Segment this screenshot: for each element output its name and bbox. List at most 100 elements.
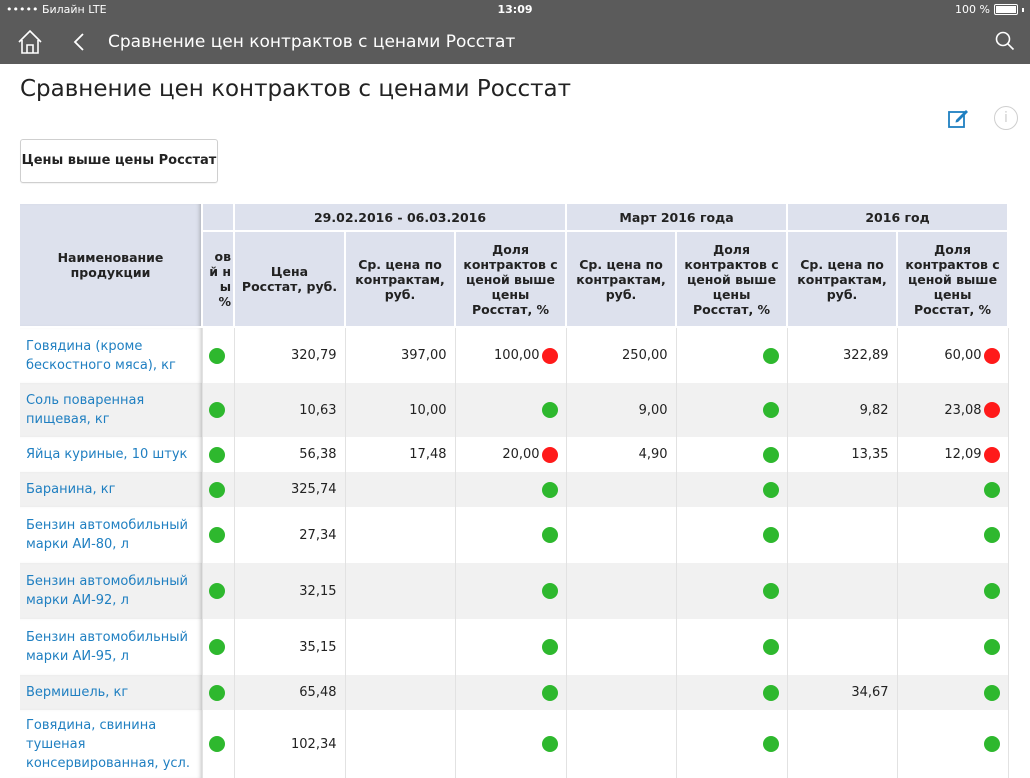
rosstat-price-value: 27,34 <box>299 527 337 543</box>
status-dot-icon <box>762 347 779 364</box>
table-row[interactable]: Бензин автомобильный марки АИ-95, л 35,15 <box>20 619 1009 675</box>
rosstat-price-value: 56,38 <box>299 447 337 462</box>
product-name-link[interactable]: Бензин автомобильный марки АИ-92, л <box>20 563 203 619</box>
table-row[interactable]: Соль поваренная пищевая, кг 10,63 10,00 9,0… <box>20 383 1009 437</box>
column-header-product-name: Наименование продукции <box>20 204 203 328</box>
avg-price-week-value: 17,48 <box>409 447 447 462</box>
status-dot-icon <box>208 639 225 655</box>
table-row[interactable]: Говядина (кроме бескостного мяса), кг 320… <box>20 327 1009 383</box>
avg-price-march-cell <box>566 472 677 507</box>
avg-price-year-cell: 34,67 <box>787 675 898 710</box>
column-header-share-year: Доля контрактов с ценой выше цены Росста… <box>897 231 1010 328</box>
avg-price-year-value: 34,67 <box>851 685 889 700</box>
info-icon[interactable]: i <box>994 106 1018 130</box>
status-dot-icon <box>762 402 779 418</box>
clock: 13:09 <box>497 3 533 16</box>
column-header-group-march: Март 2016 года <box>566 204 789 232</box>
avg-price-week-cell <box>345 710 456 778</box>
product-name-link[interactable]: Говядина, свинина тушеная консервированн… <box>20 710 203 778</box>
home-icon[interactable] <box>16 28 44 56</box>
share-week-cell <box>455 563 567 619</box>
table-row[interactable]: Говядина, свинина тушеная консервированн… <box>20 710 1009 778</box>
status-dot-icon <box>541 347 558 364</box>
table-row[interactable]: Бензин автомобильный марки АИ-92, л 32,15 <box>20 563 1009 619</box>
page-title: Сравнение цен контрактов с ценами Росста… <box>20 76 572 102</box>
back-chevron-icon[interactable] <box>70 28 88 56</box>
share-year-value: 23,08 <box>944 402 982 418</box>
rosstat-price-value: 35,15 <box>299 639 337 655</box>
avg-price-year-cell <box>787 710 898 778</box>
search-icon[interactable] <box>994 30 1016 52</box>
avg-price-march-cell <box>566 710 677 778</box>
avg-price-week-cell <box>345 507 456 563</box>
avg-price-year-cell <box>787 619 898 675</box>
status-dot-icon <box>208 446 225 463</box>
product-name-link[interactable]: Бензин автомобильный марки АИ-95, л <box>20 619 203 675</box>
column-header-avg-price-week: Ср. цена по контрактам, руб. <box>345 231 456 328</box>
share-march-cell <box>676 472 788 507</box>
avg-price-week-cell <box>345 472 456 507</box>
column-header-group-blank <box>202 204 235 232</box>
product-name-link[interactable]: Соль поваренная пищевая, кг <box>20 383 203 437</box>
share-march-cell <box>676 619 788 675</box>
rosstat-price-cell: 56,38 <box>234 437 346 472</box>
status-dot-icon <box>983 402 1000 418</box>
rosstat-price-cell: 32,15 <box>234 563 346 619</box>
table-row[interactable]: Вермишель, кг 65,48 34,67 <box>20 675 1009 710</box>
share-march-cell <box>676 327 788 383</box>
avg-price-year-cell: 9,82 <box>787 383 898 437</box>
rosstat-price-cell: 320,79 <box>234 327 346 383</box>
share-year-cell: 60,00 <box>897 327 1009 383</box>
share-week-cell <box>455 710 567 778</box>
avg-price-year-cell: 13,35 <box>787 437 898 472</box>
rosstat-price-cell: 65,48 <box>234 675 346 710</box>
share-week-cell <box>455 619 567 675</box>
product-name-link[interactable]: Яйца куриные, 10 штук <box>20 437 203 472</box>
avg-price-year-cell <box>787 563 898 619</box>
status-dot-icon <box>541 639 558 655</box>
status-dot-icon <box>208 481 225 498</box>
nav-title: Сравнение цен контрактов с ценами Росста… <box>108 32 516 52</box>
battery-indicator: 100 % <box>955 3 1024 16</box>
share-week-cell <box>455 472 567 507</box>
truncated-status-cell <box>202 675 235 710</box>
table-row[interactable]: Баранина, кг 325,74 <box>20 472 1009 507</box>
edit-icon[interactable] <box>946 106 970 130</box>
column-header-group-week: 29.02.2016 - 06.03.2016 <box>234 204 568 232</box>
avg-price-week-cell <box>345 563 456 619</box>
rosstat-price-value: 65,48 <box>299 685 337 700</box>
avg-price-march-cell: 250,00 <box>566 327 677 383</box>
share-march-cell <box>676 437 788 472</box>
rosstat-price-cell: 325,74 <box>234 472 346 507</box>
rosstat-price-cell: 35,15 <box>234 619 346 675</box>
product-name-link[interactable]: Говядина (кроме бескостного мяса), кг <box>20 327 203 383</box>
share-week-cell <box>455 675 567 710</box>
avg-price-march-cell <box>566 675 677 710</box>
price-comparison-table: Наименование продукции 29.02.2016 - 06.0… <box>20 204 1010 778</box>
share-year-cell <box>897 472 1009 507</box>
truncated-status-cell <box>202 327 235 383</box>
avg-price-march-cell <box>566 619 677 675</box>
avg-price-year-value: 13,35 <box>851 447 889 462</box>
truncated-status-cell <box>202 383 235 437</box>
filter-above-rosstat-button[interactable]: Цены выше цены Росстат <box>20 139 218 183</box>
share-year-value: 12,09 <box>944 447 982 462</box>
share-year-cell <box>897 563 1009 619</box>
avg-price-march-cell <box>566 507 677 563</box>
truncated-status-cell <box>202 472 235 507</box>
product-name-link[interactable]: Баранина, кг <box>20 472 203 507</box>
rosstat-price-cell: 102,34 <box>234 710 346 778</box>
status-dot-icon <box>208 583 225 599</box>
share-week-cell <box>455 383 567 437</box>
product-name-link[interactable]: Вермишель, кг <box>20 675 203 710</box>
table-row[interactable]: Бензин автомобильный марки АИ-80, л 27,34 <box>20 507 1009 563</box>
table-row[interactable]: Яйца куриные, 10 штук 56,38 17,48 20,00 4,90… <box>20 437 1009 472</box>
status-dot-icon <box>983 684 1000 701</box>
status-dot-icon <box>983 527 1000 543</box>
rosstat-price-value: 32,15 <box>299 583 337 599</box>
product-name-link[interactable]: Бензин автомобильный марки АИ-80, л <box>20 507 203 563</box>
status-dot-icon <box>541 527 558 543</box>
avg-price-week-value: 10,00 <box>409 402 447 418</box>
status-dot-icon <box>983 639 1000 655</box>
column-header-avg-price-march: Ср. цена по контрактам, руб. <box>566 231 678 328</box>
